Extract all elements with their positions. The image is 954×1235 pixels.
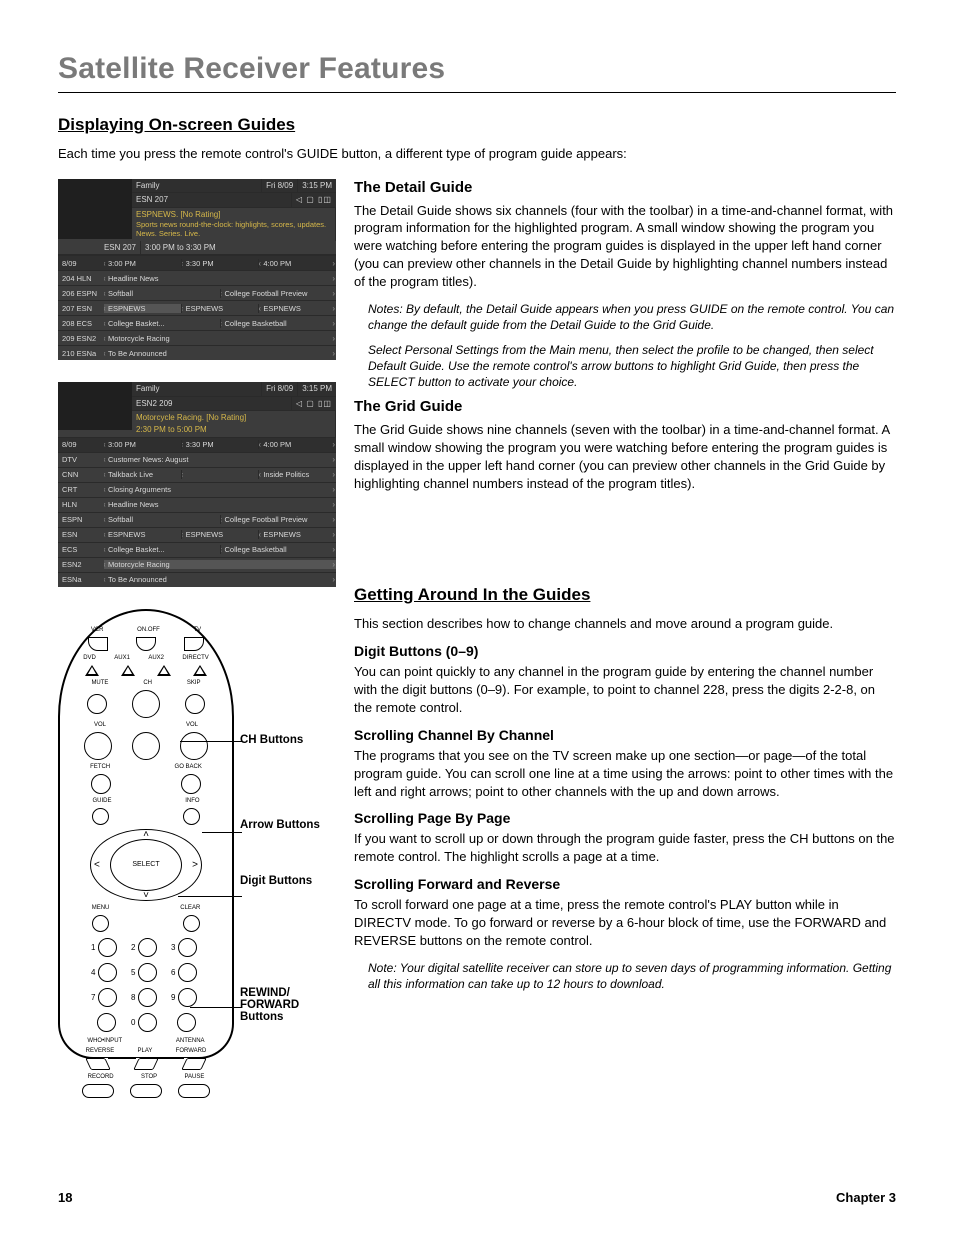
- digit-buttons: 1234567890: [91, 938, 201, 1032]
- scrolling-page-body: If you want to scroll up or down through…: [354, 830, 896, 866]
- digit-buttons-heading: Digit Buttons (0–9): [354, 643, 896, 659]
- section-getting-around-heading: Getting Around In the Guides: [354, 585, 896, 605]
- record-button: [82, 1084, 114, 1098]
- ch-down-button: [132, 732, 160, 760]
- detail-guide-note-1: Notes: By default, the Detail Guide appe…: [354, 301, 896, 333]
- tv-button: [184, 637, 204, 651]
- menu-button: [92, 915, 109, 932]
- scrolling-forward-reverse-heading: Scrolling Forward and Reverse: [354, 876, 896, 892]
- play-button: [136, 1058, 156, 1070]
- pause-button: [178, 1084, 210, 1098]
- scrolling-forward-reverse-body: To scroll forward one page at a time, pr…: [354, 896, 896, 950]
- skip-button: [185, 694, 205, 714]
- stop-button: [130, 1084, 162, 1098]
- clear-button: [183, 915, 200, 932]
- scrolling-channel-heading: Scrolling Channel By Channel: [354, 727, 896, 743]
- footer-chapter: Chapter 3: [836, 1190, 896, 1205]
- grid-guide-screenshot: Family Fri 8/09 3:15 PM ESN2 209 ◁ ▢ ▯◫ …: [58, 382, 336, 586]
- callout-rewind-forward-buttons: REWIND/ FORWARD Buttons: [240, 987, 334, 1023]
- detail-guide-body: The Detail Guide shows six channels (fou…: [354, 202, 896, 292]
- onoff-button: [136, 637, 156, 651]
- info-button: [183, 808, 200, 825]
- detail-guide-screenshot: Family Fri 8/09 3:15 PM ESN 207 ◁ ▢ ▯◫ E…: [58, 179, 336, 361]
- reverse-button: [88, 1058, 108, 1070]
- scrolling-page-heading: Scrolling Page By Page: [354, 810, 896, 826]
- callout-ch-buttons: CH Buttons: [240, 734, 303, 746]
- title-rule: [58, 92, 896, 93]
- scrolling-channel-body: The programs that you see on the TV scre…: [354, 747, 896, 801]
- grid-guide-body: The Grid Guide shows nine channels (seve…: [354, 421, 896, 493]
- mute-button: [87, 694, 107, 714]
- guide-button: [92, 808, 109, 825]
- digit-buttons-body: You can point quickly to any channel in …: [354, 663, 896, 717]
- remote-diagram: VCRON.OFFTV DVDAUX1AUX2DIRECTV MUTECHSKI…: [58, 609, 336, 1059]
- detail-guide-note-2: Select Personal Settings from the Main m…: [354, 342, 896, 391]
- grid-guide-heading: The Grid Guide: [354, 398, 896, 415]
- vol-up-button: [180, 732, 208, 760]
- aux1-button: [121, 665, 135, 676]
- vol-down-button: [84, 732, 112, 760]
- footer-page-number: 18: [58, 1190, 72, 1205]
- callout-digit-buttons: Digit Buttons: [240, 875, 312, 887]
- fetch-button: [91, 774, 111, 794]
- dvd-button: [85, 665, 99, 676]
- callout-arrow-buttons: Arrow Buttons: [240, 819, 320, 831]
- scrolling-forward-reverse-note: Note: Your digital satellite receiver ca…: [354, 960, 896, 992]
- aux2-button: [157, 665, 171, 676]
- vcr-button: [88, 637, 108, 651]
- directv-button: [193, 665, 207, 676]
- section-getting-around-intro: This section describes how to change cha…: [354, 615, 896, 633]
- page-title: Satellite Receiver Features: [58, 52, 896, 86]
- forward-button: [184, 1058, 204, 1070]
- arrow-pad: SELECT ˄˅˂˃: [90, 829, 202, 901]
- ch-up-button: [132, 690, 160, 718]
- detail-guide-heading: The Detail Guide: [354, 179, 896, 196]
- section-displaying-heading: Displaying On-screen Guides: [58, 115, 896, 135]
- section-displaying-intro: Each time you press the remote control's…: [58, 145, 896, 163]
- goback-button: [181, 774, 201, 794]
